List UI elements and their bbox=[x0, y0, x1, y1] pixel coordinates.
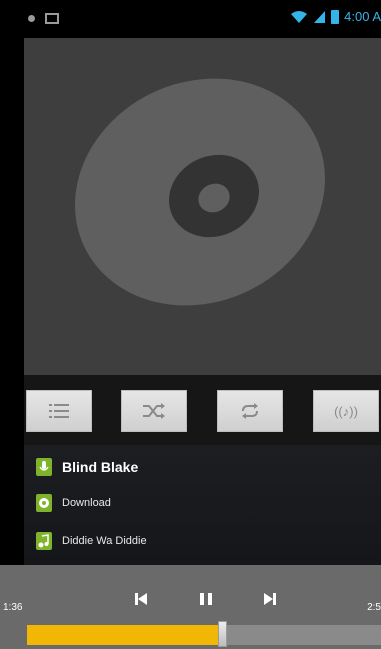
wifi-icon bbox=[291, 10, 308, 23]
album-icon bbox=[36, 494, 52, 512]
playlist-button[interactable] bbox=[26, 390, 92, 432]
music-note-icon bbox=[36, 532, 52, 550]
title-row: Diddie Wa Diddie bbox=[36, 532, 147, 550]
battery-icon bbox=[331, 9, 340, 24]
transport-bar: 1:36 2:5 bbox=[0, 565, 381, 649]
status-time: 4:00 A bbox=[344, 9, 381, 24]
album-art bbox=[24, 38, 381, 375]
audio-effects-icon: ((♪)) bbox=[334, 403, 358, 419]
microphone-icon bbox=[36, 458, 52, 476]
controls-row: ((♪)) bbox=[24, 375, 381, 445]
gallery-icon bbox=[45, 13, 59, 24]
audio-effects-button[interactable]: ((♪)) bbox=[313, 390, 379, 432]
shuffle-icon bbox=[143, 403, 165, 419]
artist-row: Blind Blake bbox=[36, 458, 138, 476]
seek-bar[interactable] bbox=[27, 621, 381, 647]
repeat-icon bbox=[242, 403, 258, 419]
status-bar: 4:00 A bbox=[0, 0, 381, 38]
repeat-button[interactable] bbox=[217, 390, 283, 432]
album-row: Download bbox=[36, 494, 111, 512]
pause-icon[interactable] bbox=[198, 592, 214, 606]
track-title: Diddie Wa Diddie bbox=[62, 535, 147, 547]
list-icon bbox=[49, 404, 69, 418]
shuffle-button[interactable] bbox=[121, 390, 187, 432]
track-info: Blind Blake Download Diddie Wa Diddie bbox=[24, 445, 381, 565]
cd-disc-icon bbox=[75, 78, 325, 306]
status-bar-left bbox=[28, 13, 59, 24]
next-track-icon[interactable] bbox=[263, 592, 277, 606]
artist-name: Blind Blake bbox=[62, 459, 139, 475]
previous-track-icon[interactable] bbox=[134, 592, 148, 606]
seek-bar-thumb[interactable] bbox=[217, 621, 227, 647]
signal-icon bbox=[314, 10, 326, 23]
elapsed-time: 1:36 bbox=[3, 602, 23, 613]
album-name: Download bbox=[62, 497, 111, 509]
total-time: 2:5 bbox=[367, 602, 381, 613]
status-bar-right: 4:00 A bbox=[290, 9, 381, 24]
seek-bar-progress bbox=[27, 625, 222, 645]
notification-dot-icon bbox=[28, 15, 35, 22]
